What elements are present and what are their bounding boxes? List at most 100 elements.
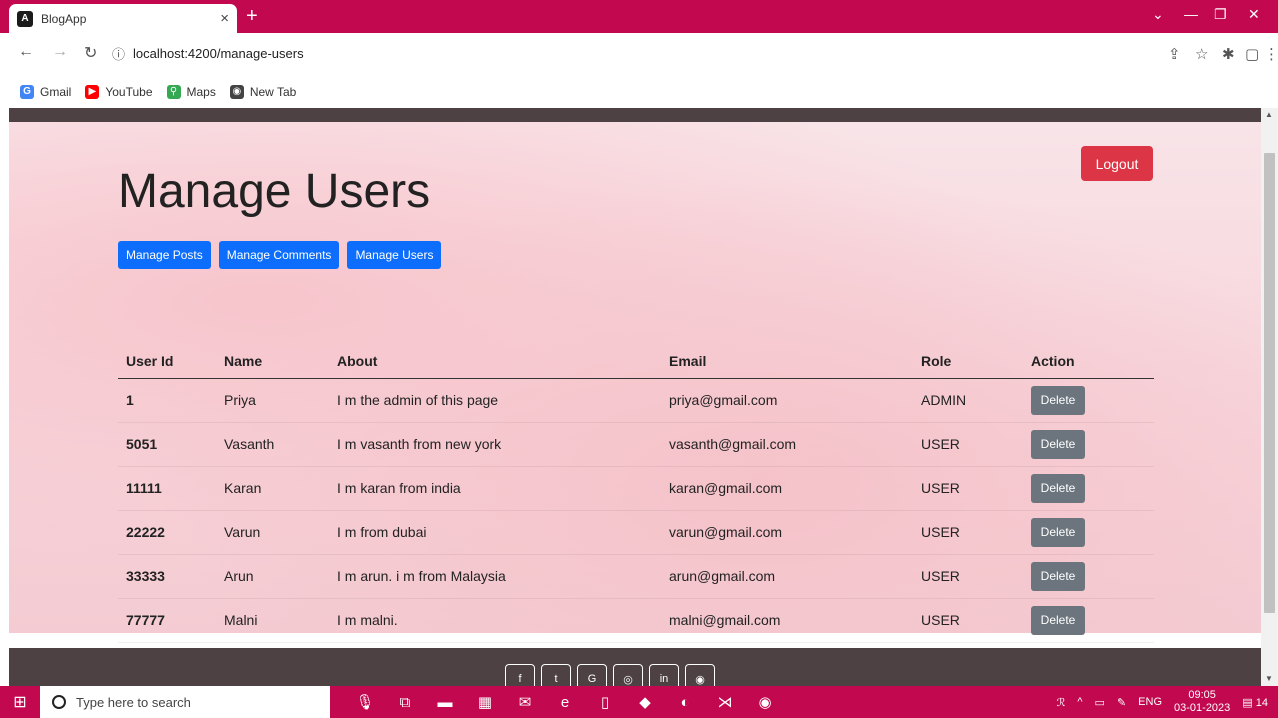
- bookmark-youtube[interactable]: ▶ YouTube: [85, 84, 153, 99]
- mail-icon[interactable]: ✉: [514, 691, 536, 713]
- cell-user-id: 33333: [118, 554, 216, 599]
- clock[interactable]: 09:05 03-01-2023: [1174, 689, 1230, 715]
- reload-icon[interactable]: ↻: [84, 43, 97, 63]
- taskbar-apps: 🎙 ⧉ ▬ ▦ ✉ e ▯ ◆ ◐ ⋊ ◉: [354, 691, 776, 713]
- forward-icon[interactable]: →: [52, 43, 68, 61]
- cell-user-id: 77777: [118, 598, 216, 643]
- cell-user-id: 11111: [118, 466, 216, 511]
- scroll-up-icon[interactable]: ▲: [1265, 110, 1273, 119]
- eclipse-icon[interactable]: ◐: [674, 691, 696, 713]
- delete-button[interactable]: Delete: [1031, 517, 1085, 547]
- cell-about: I m vasanth from new york: [329, 422, 661, 467]
- google-icon[interactable]: G: [577, 664, 607, 686]
- cell-action: Delete: [1023, 510, 1154, 555]
- cell-user-id: 1: [118, 378, 216, 423]
- bookmarks-bar: G Gmail ▶ YouTube ⚲ Maps ◉ New Tab: [0, 75, 1278, 108]
- notification-icon[interactable]: ▤ 14: [1242, 696, 1268, 709]
- cell-user-id: 22222: [118, 510, 216, 555]
- delete-button[interactable]: Delete: [1031, 605, 1085, 635]
- sidepanel-icon[interactable]: ▢: [1245, 45, 1259, 63]
- header-user-id: User Id: [118, 344, 216, 379]
- windows-start-icon[interactable]: ⊞: [0, 692, 40, 712]
- cell-action: Delete: [1023, 554, 1154, 599]
- cell-role: USER: [913, 422, 1023, 467]
- close-window-icon[interactable]: ✕: [1248, 6, 1260, 23]
- chevron-down-icon[interactable]: ⌄: [1152, 6, 1164, 23]
- bookmark-label: Maps: [186, 84, 216, 99]
- site-info-icon[interactable]: ⓘ: [112, 44, 125, 63]
- task-view-icon[interactable]: ⧉: [394, 691, 416, 713]
- table-row: 5051 Vasanth I m vasanth from new york v…: [118, 422, 1154, 467]
- people-icon[interactable]: ℛ: [1057, 696, 1066, 709]
- delete-button[interactable]: Delete: [1031, 429, 1085, 459]
- browser-tab[interactable]: A BlogApp ×: [9, 4, 237, 33]
- menu-icon[interactable]: ⋮: [1264, 45, 1278, 63]
- cell-name: Varun: [216, 510, 329, 555]
- star-icon[interactable]: ☆: [1195, 45, 1208, 63]
- facebook-icon[interactable]: f: [505, 664, 535, 686]
- scrollbar-thumb[interactable]: [1264, 153, 1275, 613]
- bookmark-gmail[interactable]: G Gmail: [20, 84, 72, 99]
- back-icon[interactable]: ←: [18, 43, 34, 61]
- cell-action: Delete: [1023, 422, 1154, 467]
- clock-time: 09:05: [1188, 689, 1216, 701]
- cell-name: Karan: [216, 466, 329, 511]
- maps-icon: ⚲: [166, 84, 181, 99]
- page-content: Manage Users Logout Manage Posts Manage …: [9, 122, 1261, 643]
- cell-about: I m the admin of this page: [329, 378, 661, 423]
- file-explorer-icon[interactable]: ▬: [434, 691, 456, 713]
- bookmark-label: Gmail: [40, 84, 72, 99]
- microphone-icon[interactable]: 🎙: [354, 691, 376, 713]
- minimize-icon[interactable]: —: [1184, 6, 1198, 22]
- app-icon[interactable]: ◆: [634, 691, 656, 713]
- header-action: Action: [1023, 344, 1154, 379]
- manage-comments-button[interactable]: Manage Comments: [218, 241, 340, 269]
- users-table: User Id Name About Email Role Action 1 P…: [118, 344, 1154, 643]
- close-tab-icon[interactable]: ×: [220, 10, 229, 27]
- vscode-icon[interactable]: ⋊: [714, 691, 736, 713]
- bookmark-newtab[interactable]: ◉ New Tab: [229, 84, 297, 99]
- linkedin-icon[interactable]: in: [649, 664, 679, 686]
- instagram-icon[interactable]: ◎: [613, 664, 643, 686]
- manage-posts-button[interactable]: Manage Posts: [118, 241, 211, 269]
- header-name: Name: [216, 344, 329, 379]
- taskbar-search[interactable]: Type here to search: [40, 686, 330, 718]
- header-email: Email: [661, 344, 913, 379]
- cell-role: USER: [913, 466, 1023, 511]
- battery-icon[interactable]: ▭: [1095, 696, 1105, 709]
- scroll-down-icon[interactable]: ▼: [1265, 674, 1273, 683]
- bookmark-maps[interactable]: ⚲ Maps: [166, 84, 216, 99]
- pen-icon[interactable]: ✎: [1117, 696, 1126, 709]
- notification-count: 14: [1255, 696, 1268, 709]
- manage-users-button[interactable]: Manage Users: [347, 241, 442, 269]
- bookmark-label: New Tab: [249, 84, 297, 99]
- cell-email: arun@gmail.com: [661, 554, 913, 599]
- new-tab-button[interactable]: +: [246, 6, 258, 26]
- address-bar[interactable]: ⓘ localhost:4200/manage-users: [112, 39, 1272, 67]
- language-indicator[interactable]: ENG: [1138, 696, 1162, 708]
- twitter-icon[interactable]: t: [541, 664, 571, 686]
- cell-email: priya@gmail.com: [661, 378, 913, 423]
- extensions-icon[interactable]: ✱: [1222, 45, 1235, 63]
- chrome-icon[interactable]: ◉: [754, 691, 776, 713]
- delete-button[interactable]: Delete: [1031, 473, 1085, 503]
- globe-icon: ◉: [229, 84, 244, 99]
- browser-tabstrip: A BlogApp × + ⌄ — ❐ ✕: [0, 0, 1278, 33]
- chevron-up-icon[interactable]: ^: [1077, 696, 1082, 708]
- cell-action: Delete: [1023, 466, 1154, 511]
- url-text[interactable]: localhost:4200/manage-users: [133, 46, 304, 61]
- store-icon[interactable]: ▦: [474, 691, 496, 713]
- edge-icon[interactable]: e: [554, 691, 576, 713]
- share-icon[interactable]: ⇪: [1168, 45, 1181, 63]
- logout-button[interactable]: Logout: [1081, 146, 1153, 181]
- page-scrollbar[interactable]: ▲ ▼: [1261, 108, 1278, 686]
- github-icon[interactable]: ◉: [685, 664, 715, 686]
- table-row: 77777 Malni I m malni. malni@gmail.com U…: [118, 598, 1154, 643]
- delete-button[interactable]: Delete: [1031, 561, 1085, 591]
- notepad-icon[interactable]: ▯: [594, 691, 616, 713]
- delete-button[interactable]: Delete: [1031, 385, 1085, 415]
- restore-icon[interactable]: ❐: [1214, 6, 1227, 23]
- cell-role: ADMIN: [913, 378, 1023, 423]
- header-role: Role: [913, 344, 1023, 379]
- cell-about: I m malni.: [329, 598, 661, 643]
